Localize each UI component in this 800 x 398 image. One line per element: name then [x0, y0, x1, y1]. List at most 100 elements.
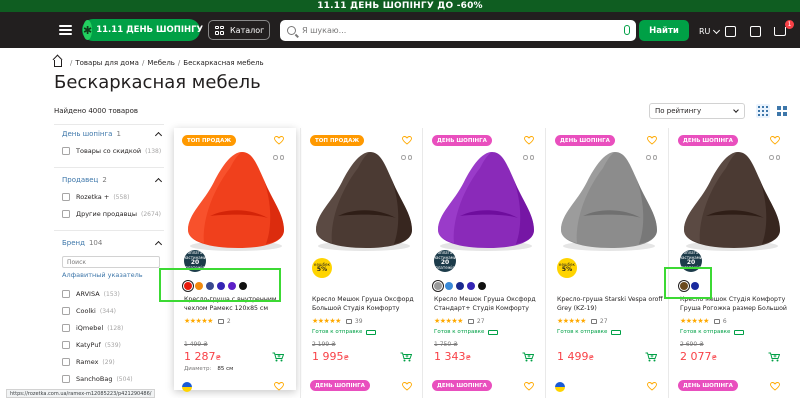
reviews-count: 27	[476, 317, 485, 325]
orders-icon[interactable]	[750, 26, 761, 37]
checkbox[interactable]	[62, 341, 70, 349]
price: 2 077₴	[680, 350, 717, 363]
chevron-up-icon[interactable]	[154, 240, 163, 249]
breadcrumb-item[interactable]: Бескаркасная мебель	[183, 59, 263, 67]
microphone-icon[interactable]	[624, 25, 630, 35]
add-to-cart-icon[interactable]	[645, 352, 657, 362]
brand-search-input[interactable]: Поиск	[62, 256, 160, 268]
large-tiles-view-icon[interactable]	[775, 104, 789, 118]
checkbox[interactable]	[62, 324, 70, 332]
find-button[interactable]: Найти	[639, 20, 689, 41]
grid-view-icon[interactable]	[756, 104, 770, 118]
rating-stars: ★★★★★	[312, 317, 341, 325]
language-selector[interactable]: RU	[699, 26, 721, 36]
filter-option[interactable]: Rozetka + (558)	[62, 193, 129, 201]
product-title[interactable]: Кресло Мешок Груша Оксфорд Стандарт+ Сту…	[434, 295, 542, 313]
filter-group-seller[interactable]: Продавец 2	[62, 176, 107, 184]
filter-option[interactable]: iQmebel (128)	[62, 324, 123, 332]
color-swatch[interactable]	[445, 282, 453, 290]
checkbox[interactable]	[62, 375, 70, 383]
filter-group-count: 104	[88, 239, 103, 247]
checkbox[interactable]	[62, 147, 70, 155]
filter-option[interactable]: Coolki (344)	[62, 307, 116, 315]
catalog-button[interactable]: Каталог	[208, 20, 270, 40]
breadcrumb-item[interactable]: Товары для дома	[75, 59, 139, 67]
product-image[interactable]	[308, 144, 418, 252]
catalog-label: Каталог	[230, 25, 265, 35]
product-title[interactable]: Кресло Мешок Груша Оксфорд Большой Студі…	[312, 295, 420, 313]
add-to-cart-icon[interactable]	[272, 352, 284, 362]
filter-group-shopping-day[interactable]: День шопінга 1	[62, 130, 121, 138]
color-swatch[interactable]	[478, 282, 486, 290]
old-price: 2 199 ₴	[312, 341, 336, 348]
reviews-icon	[590, 318, 597, 324]
product-card[interactable]: ДЕНЬ ШОПІНГА кешбек 5% Кресло-груша Starski…	[547, 128, 669, 390]
filter-option[interactable]: SanchoBag (504)	[62, 375, 133, 383]
checkbox[interactable]	[62, 358, 70, 366]
delivery-truck-icon	[488, 329, 499, 335]
product-card[interactable]: ДЕНЬ ШОПІНГА оплата частинами 20 платежів Кр…	[424, 128, 546, 390]
checkbox[interactable]	[62, 307, 70, 315]
wishlist-heart-icon[interactable]	[524, 382, 534, 391]
color-swatches	[432, 280, 486, 292]
logo-text: 11.11 ДЕНЬ ШОПІНГУ	[96, 25, 204, 35]
color-swatch[interactable]	[456, 282, 464, 290]
reviews-icon	[713, 318, 720, 324]
wishlist-heart-icon[interactable]	[770, 382, 780, 391]
reviews-count: 6	[722, 317, 727, 325]
filter-group-title: Продавец	[62, 176, 99, 184]
alphabet-index-link[interactable]: Алфавитный указатель	[62, 271, 143, 279]
wishlist-heart-icon[interactable]	[274, 382, 284, 391]
logo[interactable]: ✱ 11.11 ДЕНЬ ШОПІНГУ	[82, 19, 204, 41]
color-swatch[interactable]	[467, 282, 475, 290]
promo-badge: ДЕНЬ ШОПІНГА	[432, 380, 492, 391]
product-rating[interactable]: ★★★★★ 39	[312, 317, 363, 325]
logo-icon: ✱	[83, 20, 93, 40]
home-icon[interactable]	[54, 60, 62, 67]
wishlist-heart-icon[interactable]	[647, 382, 657, 391]
filter-option[interactable]: Ramex (29)	[62, 358, 115, 366]
checkbox[interactable]	[62, 210, 70, 218]
menu-icon[interactable]	[59, 25, 72, 35]
product-rating[interactable]: ★★★★★ 27	[557, 317, 608, 325]
breadcrumb-item[interactable]: Мебель	[147, 59, 175, 67]
chevron-up-icon[interactable]	[154, 131, 163, 140]
filter-group-brand[interactable]: Бренд 104	[62, 239, 102, 247]
filter-option[interactable]: Товары со скидкой (138)	[62, 147, 161, 155]
product-image[interactable]	[676, 144, 786, 252]
checkbox[interactable]	[62, 193, 70, 201]
add-to-cart-icon[interactable]	[400, 352, 412, 362]
product-image[interactable]	[430, 144, 540, 252]
cart-icon[interactable]	[774, 27, 786, 36]
filter-option[interactable]: KatyPuf (539)	[62, 341, 121, 349]
add-to-cart-icon[interactable]	[522, 352, 534, 362]
filter-group-count: 1	[116, 130, 121, 138]
product-card[interactable]: ДЕНЬ ШОПІНГА оплата частинами 20 платежів Кр…	[670, 128, 792, 390]
checkbox[interactable]	[62, 290, 70, 298]
product-image[interactable]	[180, 144, 290, 252]
product-characteristic: Диаметр: 85 см	[184, 366, 234, 372]
filter-option[interactable]: ARVISA (153)	[62, 290, 120, 298]
product-rating[interactable]: ★★★★★ 27	[434, 317, 485, 325]
rating-stars: ★★★★★	[557, 317, 586, 325]
chevron-down-icon	[733, 107, 739, 113]
chevron-up-icon[interactable]	[154, 177, 163, 186]
promo-banner[interactable]: 11.11 ДЕНЬ ШОПІНГУ ДО -60%	[0, 0, 800, 12]
product-rating[interactable]: ★★★★★ 2	[184, 317, 231, 325]
product-rating[interactable]: ★★★★★ 6	[680, 317, 727, 325]
filter-option[interactable]: Другие продавцы (2674)	[62, 210, 161, 218]
product-card[interactable]: ТОП ПРОДАЖ оплата частинами 20 платежів Крес…	[174, 128, 296, 390]
sort-select[interactable]: По рейтингу	[649, 103, 745, 119]
notifications-icon[interactable]	[725, 26, 736, 37]
reviews-icon	[345, 318, 352, 324]
color-swatch[interactable]	[432, 280, 444, 292]
availability-status: Готов к отправке	[680, 329, 745, 335]
add-to-cart-icon[interactable]	[768, 352, 780, 362]
search-input[interactable]	[302, 26, 602, 35]
installment-sticker: оплата частинами 20 платежів	[433, 250, 457, 272]
product-card[interactable]: ТОП ПРОДАЖ кешбек 5% Кресло Мешок Груша Окс…	[302, 128, 424, 390]
product-title[interactable]: Кресло-груша Starski Vespa oroff Grey (K…	[557, 295, 665, 313]
product-image[interactable]	[553, 144, 663, 252]
wishlist-heart-icon[interactable]	[402, 382, 412, 391]
reviews-icon	[217, 318, 224, 324]
